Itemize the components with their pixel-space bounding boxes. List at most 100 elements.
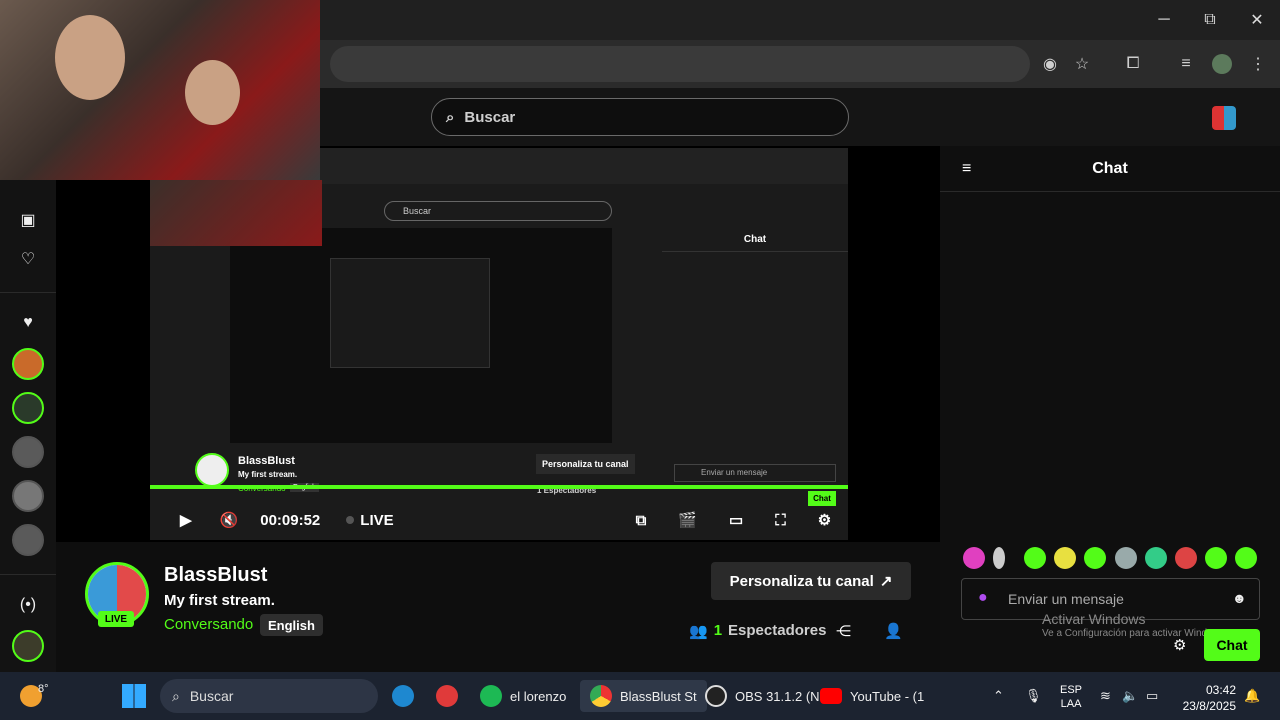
inner-chat-title: Chat xyxy=(662,228,848,252)
clock-date: 23/8/2025 xyxy=(1182,699,1236,713)
spotify-icon xyxy=(480,685,502,707)
user-avatar[interactable] xyxy=(1212,106,1236,130)
heart-icon[interactable]: ♥ xyxy=(12,307,44,339)
personaliza-button[interactable]: Personaliza tu canal ↗ xyxy=(711,562,911,600)
live-label: LIVE xyxy=(360,511,394,529)
external-link-icon: ↗ xyxy=(879,573,893,590)
sidebar-channel-avatar[interactable] xyxy=(12,392,44,424)
emote-icon[interactable] xyxy=(1115,547,1137,569)
inner-search: Buscar xyxy=(384,201,612,221)
lang-top: ESP xyxy=(1060,684,1083,696)
app-label: BlassBlust St xyxy=(620,688,697,704)
sidebar-own-avatar[interactable] xyxy=(12,630,44,662)
activate-windows-title: Activar Windows xyxy=(1042,611,1146,627)
sidebar-channel-avatar[interactable] xyxy=(12,348,44,380)
taskbar-search[interactable]: ⌕ Buscar xyxy=(160,679,378,713)
extensions-icon[interactable]: ⧠ xyxy=(1121,52,1145,76)
sidebar-channel-avatar[interactable] xyxy=(12,524,44,556)
following-heart-icon[interactable]: ♡ xyxy=(12,243,44,275)
recorder-app[interactable] xyxy=(436,680,458,712)
chat-settings-icon[interactable]: ⚙ xyxy=(1173,636,1186,654)
stream-progress-bar xyxy=(150,485,848,489)
live-dot-icon xyxy=(346,516,355,524)
language-indicator[interactable]: ESP LAA xyxy=(1060,683,1082,711)
chat-send-button[interactable]: Chat xyxy=(1204,629,1260,661)
theater-icon[interactable]: ▭ xyxy=(729,511,743,529)
sidebar-channel-avatar[interactable] xyxy=(12,480,44,512)
channel-name[interactable]: BlassBlust xyxy=(164,564,267,587)
play-icon[interactable]: ▶ xyxy=(180,511,192,529)
emote-icon[interactable] xyxy=(1175,547,1197,569)
personaliza-label: Personaliza tu canal xyxy=(729,572,874,590)
tray-overflow-icon[interactable]: ⌃ xyxy=(993,680,1004,712)
emote-icon[interactable] xyxy=(993,547,1005,569)
search-placeholder: Buscar xyxy=(464,108,516,126)
chrome-icon xyxy=(590,685,612,707)
inner-channel-name: BlassBlust xyxy=(238,455,295,467)
lang-bottom: LAA xyxy=(1060,698,1082,710)
follow-user-icon[interactable]: 👤 xyxy=(884,622,903,640)
chat-title: Chat xyxy=(1092,159,1128,177)
live-badge: LIVE xyxy=(98,611,134,627)
stream-time: 00:09:52 xyxy=(260,511,321,529)
youtube-app[interactable]: YouTube - (1 xyxy=(820,680,924,712)
emote-icon[interactable] xyxy=(1145,547,1167,569)
mute-icon[interactable]: 🔇 xyxy=(220,511,239,529)
miniplayer-icon[interactable]: ⧉ xyxy=(636,512,647,529)
battery-icon[interactable]: ▭ xyxy=(1146,680,1158,712)
emoji-icon[interactable]: ☻ xyxy=(1232,590,1247,606)
settings-icon[interactable]: ⚙ xyxy=(818,511,831,529)
taskbar-search-label: Buscar xyxy=(189,688,234,704)
browse-icon[interactable]: ▣ xyxy=(12,204,44,236)
close-button[interactable]: ✕ xyxy=(1234,0,1280,40)
wifi-icon[interactable]: ≋ xyxy=(1100,680,1111,712)
fullscreen-icon[interactable]: ⛶ xyxy=(775,512,786,529)
stream-title: My first stream. xyxy=(164,592,275,609)
language-tag[interactable]: English xyxy=(260,614,323,636)
users-icon: 👥 xyxy=(689,623,708,640)
emote-icon[interactable] xyxy=(1084,547,1106,569)
search-input[interactable]: ⌕ Buscar xyxy=(431,98,849,136)
start-button[interactable] xyxy=(122,680,146,712)
clock[interactable]: 03:42 23/8/2025 xyxy=(1178,682,1236,714)
collapse-chat-icon[interactable]: ≡ xyxy=(962,160,971,178)
inner-stream-title: My first stream. xyxy=(238,470,298,479)
obs-icon xyxy=(705,685,727,707)
chrome-app[interactable]: BlassBlust St xyxy=(580,680,707,712)
live-broadcast-icon[interactable]: (•) xyxy=(12,589,44,621)
maximize-button[interactable]: ⧉ xyxy=(1187,0,1233,40)
minimize-button[interactable]: ─ xyxy=(1141,0,1187,40)
app-label: YouTube - (1 xyxy=(850,688,925,704)
spotify-app[interactable]: el lorenzo xyxy=(480,680,566,712)
profile-avatar[interactable] xyxy=(1210,52,1234,76)
weather-widget[interactable]: 8° xyxy=(20,680,49,712)
edge-app[interactable] xyxy=(392,680,414,712)
inner-nested-video xyxy=(230,228,612,443)
recorder-icon xyxy=(436,685,458,707)
chat-header: ≡ Chat xyxy=(940,146,1280,192)
sidebar-channel-avatar[interactable] xyxy=(12,436,44,468)
microphone-tray-icon[interactable]: 🎙 xyxy=(1025,680,1042,712)
volume-icon[interactable]: 🔈 xyxy=(1122,680,1138,712)
emote-icon[interactable] xyxy=(963,547,985,569)
obs-app[interactable]: OBS 31.1.2 (N xyxy=(705,680,820,712)
notification-bell-icon[interactable]: 🔔 xyxy=(1244,680,1260,712)
stream-category[interactable]: Conversando xyxy=(164,616,253,633)
media-icon[interactable]: ≡ xyxy=(1174,52,1198,76)
share-icon[interactable]: ⋲ xyxy=(836,622,851,640)
sidebar-divider xyxy=(0,574,56,575)
person-face xyxy=(55,15,125,100)
emote-icon[interactable] xyxy=(1054,547,1076,569)
clip-icon[interactable]: 🎬 xyxy=(678,511,697,529)
emote-icon[interactable] xyxy=(1024,547,1046,569)
eye-off-icon[interactable]: ◉ xyxy=(1038,52,1062,76)
microphone-icon[interactable]: ● xyxy=(978,589,988,607)
star-icon[interactable]: ☆ xyxy=(1070,52,1094,76)
more-menu-icon[interactable]: ⋮ xyxy=(1246,52,1270,76)
player-controls: ▶ 🔇 00:09:52 LIVE ⧉ 🎬 ▭ ⛶ ⚙ xyxy=(150,500,848,540)
emote-icon[interactable] xyxy=(1205,547,1227,569)
inner-personaliza: Personaliza tu canal xyxy=(536,454,635,474)
emote-icon[interactable] xyxy=(1235,547,1257,569)
address-bar[interactable] xyxy=(330,46,1030,82)
viewer-label: Espectadores xyxy=(728,622,827,639)
